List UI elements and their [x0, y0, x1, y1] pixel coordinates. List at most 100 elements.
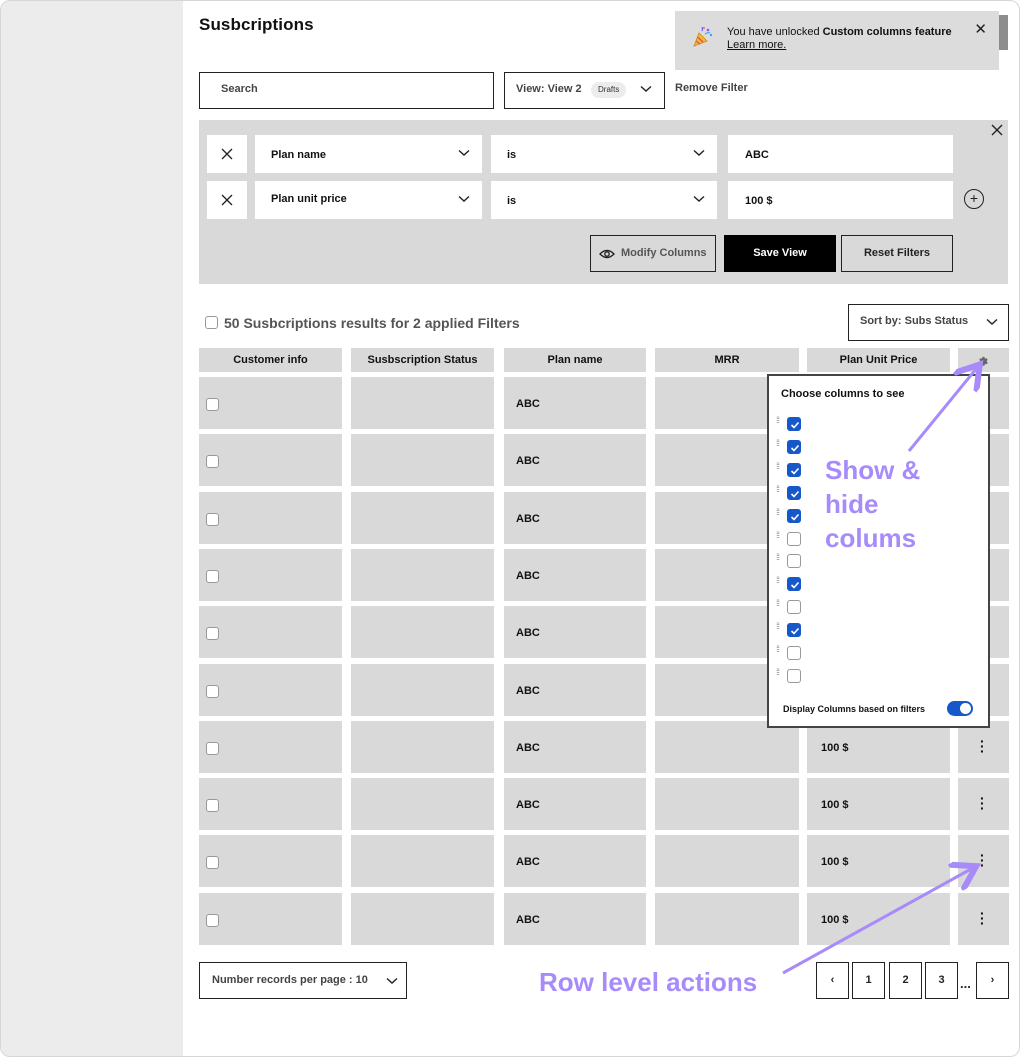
- column-toggle-row[interactable]: ⁞⁞: [776, 438, 806, 455]
- table-cell: [199, 377, 342, 429]
- checkbox-checked[interactable]: [787, 439, 801, 454]
- drag-handle-icon[interactable]: ⁞⁞: [776, 484, 780, 493]
- checkbox-unchecked[interactable]: [787, 668, 801, 683]
- column-toggle-row[interactable]: ⁞⁞: [776, 645, 806, 661]
- toast-message: You have unlocked Custom columns feature: [727, 26, 952, 38]
- table-cell: 100 $: [807, 892, 950, 945]
- column-header[interactable]: Plan name: [504, 348, 646, 372]
- column-header[interactable]: Customer info: [199, 348, 342, 372]
- remove-filter-link[interactable]: Remove Filter: [675, 82, 748, 94]
- column-toggle-row[interactable]: ⁞⁞: [776, 507, 806, 524]
- row-checkbox[interactable]: [206, 741, 219, 755]
- drag-handle-icon[interactable]: ⁞⁞: [776, 507, 780, 516]
- drag-handle-icon[interactable]: ⁞⁞: [776, 622, 780, 631]
- drag-handle-icon[interactable]: ⁞⁞: [776, 553, 780, 562]
- checkbox-checked[interactable]: [787, 485, 801, 500]
- checkbox-checked[interactable]: [787, 623, 801, 638]
- checkbox-checked[interactable]: [787, 417, 801, 431]
- page-button[interactable]: 2: [889, 962, 922, 999]
- search-input[interactable]: Search: [199, 72, 494, 109]
- remove-condition-button[interactable]: [207, 181, 247, 219]
- view-selector[interactable]: View: View 2 Drafts: [504, 72, 665, 109]
- select-all-checkbox[interactable]: [205, 316, 218, 329]
- column-toggle-row[interactable]: ⁞⁞: [776, 461, 806, 478]
- column-header[interactable]: Plan Unit Price: [807, 348, 950, 372]
- drag-handle-icon[interactable]: ⁞⁞: [776, 438, 780, 447]
- filter-operator-select[interactable]: is: [491, 135, 717, 173]
- row-checkbox[interactable]: [206, 684, 219, 698]
- row-checkbox[interactable]: [206, 569, 219, 583]
- filter-field-select[interactable]: Plan unit price: [255, 181, 482, 219]
- records-per-page-select[interactable]: Number records per page : 10: [199, 962, 407, 999]
- table-cell: [351, 491, 494, 544]
- filter-operator-select[interactable]: is: [491, 181, 717, 219]
- more-vertical-icon[interactable]: ···: [980, 906, 985, 930]
- add-condition-plus-icon[interactable]: +: [964, 189, 984, 209]
- feature-toast: You have unlocked Custom columns feature…: [675, 11, 999, 70]
- plan-name-value: ABC: [516, 398, 540, 410]
- column-toggle-row[interactable]: ⁞⁞: [776, 416, 806, 432]
- drag-handle-icon[interactable]: ⁞⁞: [776, 667, 780, 676]
- prev-page-button[interactable]: ‹: [816, 962, 849, 999]
- filter-value-input[interactable]: ABC: [728, 135, 953, 173]
- row-checkbox[interactable]: [206, 913, 219, 927]
- table-cell: ABC: [504, 377, 646, 429]
- drag-handle-icon[interactable]: ⁞⁞: [776, 530, 780, 539]
- checkbox-unchecked[interactable]: [787, 646, 801, 660]
- row-checkbox[interactable]: [206, 398, 219, 411]
- column-header[interactable]: MRR: [655, 348, 799, 372]
- party-popper-icon: [693, 26, 713, 47]
- drag-handle-icon[interactable]: ⁞⁞: [776, 599, 780, 608]
- toast-close-icon[interactable]: ✕: [974, 20, 987, 38]
- plan-price-value: 100 $: [821, 913, 849, 926]
- more-vertical-icon[interactable]: ···: [980, 848, 985, 872]
- scrollbar-thumb[interactable]: [999, 15, 1008, 50]
- display-columns-toggle[interactable]: [947, 701, 973, 716]
- plan-name-value: ABC: [516, 741, 540, 754]
- close-filters-icon[interactable]: [991, 124, 1003, 136]
- column-toggle-row[interactable]: ⁞⁞: [776, 667, 806, 684]
- filter-field-select[interactable]: Plan name: [255, 135, 482, 173]
- filter-value-input[interactable]: 100 $: [728, 181, 953, 219]
- next-page-button[interactable]: ›: [976, 962, 1009, 999]
- plan-price-value: 100 $: [821, 799, 849, 812]
- drag-handle-icon[interactable]: ⁞⁞: [776, 461, 780, 470]
- column-toggle-row[interactable]: ⁞⁞: [776, 553, 806, 569]
- column-toggle-row[interactable]: ⁞⁞: [776, 599, 806, 615]
- more-vertical-icon[interactable]: ···: [980, 791, 985, 815]
- column-toggle-row[interactable]: ⁞⁞: [776, 576, 806, 592]
- table-cell: [655, 778, 799, 831]
- modify-columns-button[interactable]: Modify Columns: [590, 235, 716, 272]
- chevron-down-icon: [386, 977, 398, 984]
- more-vertical-icon[interactable]: ···: [980, 734, 985, 758]
- save-view-button[interactable]: Save View: [724, 235, 836, 272]
- page-button[interactable]: 1: [852, 962, 885, 999]
- sort-dropdown[interactable]: Sort by: Subs Status: [848, 304, 1009, 341]
- checkbox-unchecked[interactable]: [787, 531, 801, 546]
- row-checkbox[interactable]: [206, 627, 219, 641]
- column-toggle-row[interactable]: ⁞⁞: [776, 622, 806, 638]
- checkbox-unchecked[interactable]: [787, 554, 801, 569]
- column-toggle-row[interactable]: ⁞⁞: [776, 530, 806, 547]
- drag-handle-icon[interactable]: ⁞⁞: [776, 416, 780, 425]
- remove-condition-button[interactable]: [207, 135, 247, 173]
- row-checkbox[interactable]: [206, 799, 219, 813]
- checkbox-unchecked[interactable]: [787, 600, 801, 615]
- plan-price-value: 100 $: [821, 741, 849, 754]
- row-checkbox[interactable]: [206, 455, 219, 469]
- reset-filters-button[interactable]: Reset Filters: [841, 235, 953, 272]
- checkbox-checked[interactable]: [787, 462, 801, 477]
- drag-handle-icon[interactable]: ⁞⁞: [776, 645, 780, 654]
- learn-more-link[interactable]: Learn more.: [727, 39, 786, 51]
- drag-handle-icon[interactable]: ⁞⁞: [776, 576, 780, 585]
- column-settings-button[interactable]: [958, 348, 1009, 372]
- page-button[interactable]: 3: [925, 962, 958, 999]
- checkbox-checked[interactable]: [787, 508, 801, 523]
- checkbox-checked[interactable]: [787, 577, 801, 592]
- column-header[interactable]: Susbscription Status: [351, 348, 494, 372]
- close-icon: [221, 194, 233, 206]
- filter-panel: Plan name is ABC Plan unit price is 100 …: [199, 120, 1008, 284]
- row-checkbox[interactable]: [206, 512, 219, 526]
- row-checkbox[interactable]: [206, 856, 219, 870]
- column-toggle-row[interactable]: ⁞⁞: [776, 484, 806, 501]
